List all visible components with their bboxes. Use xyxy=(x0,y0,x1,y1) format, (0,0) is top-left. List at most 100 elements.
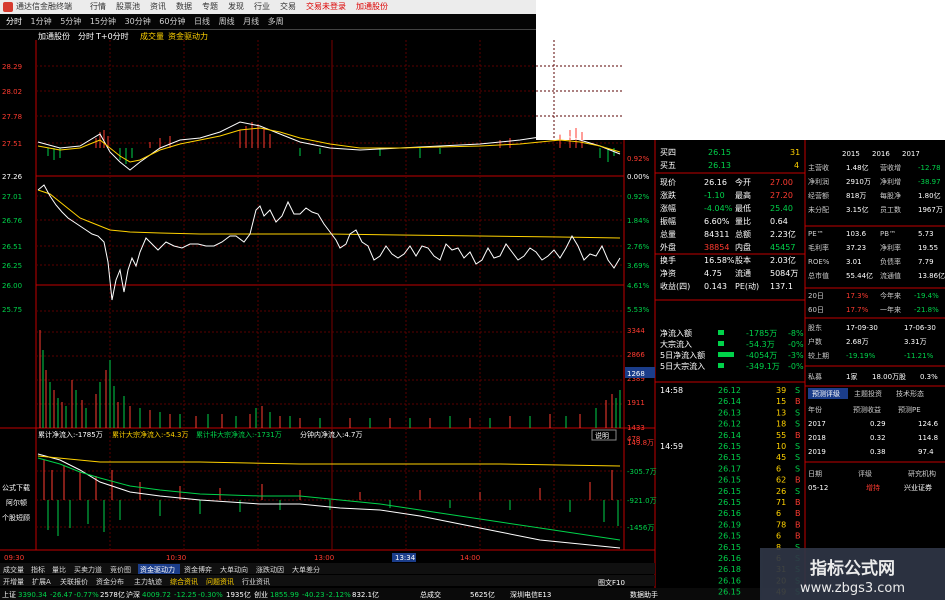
tick-volume: 13 xyxy=(776,408,786,417)
menu-stock-pool[interactable]: 股票池 xyxy=(116,0,140,14)
tick-price: 26.13 xyxy=(718,408,741,417)
pct-tick: 0.92% xyxy=(627,155,650,163)
f10-forecast-eps: 0.32 xyxy=(870,434,886,442)
menu-trade-login[interactable]: 交易未登录 xyxy=(306,0,346,14)
header-t0[interactable]: T+0分时 xyxy=(95,31,129,41)
tab-buy-sell-force[interactable]: 买卖力道 xyxy=(74,565,102,574)
tab2-extend-a[interactable]: 扩展A xyxy=(32,577,51,586)
period-tab-5min[interactable]: 5分钟 xyxy=(60,17,81,26)
f10-perf-label: 今年来 xyxy=(880,291,901,300)
price-tick: 26.25 xyxy=(2,262,22,270)
flow-pct: -8% xyxy=(788,329,804,338)
f10-rating-header: 评级 xyxy=(858,469,872,478)
f10-rating-org: 兴业证券 xyxy=(904,483,932,492)
header-volume[interactable]: 成交量 xyxy=(140,31,164,41)
data-assistant-button[interactable]: 数据助手 xyxy=(630,590,658,599)
header-intraday[interactable]: 分时 xyxy=(78,31,94,41)
tab2-related-quote[interactable]: 关联报价 xyxy=(60,577,88,586)
tab-big-order-trend[interactable]: 大单动向 xyxy=(220,565,248,574)
tick-side: S xyxy=(795,386,800,395)
index-hs-name[interactable]: 沪深 xyxy=(126,590,140,599)
stock-name-label: 加通股份 xyxy=(38,31,70,41)
tick-side: B xyxy=(795,476,801,485)
ask5-label: 买五 xyxy=(660,161,676,170)
price-tick: 27.51 xyxy=(2,140,22,148)
tab-capital-game[interactable]: 资金博弈 xyxy=(184,565,212,574)
menu-industry[interactable]: 行业 xyxy=(254,0,270,14)
price-tick: 28.02 xyxy=(2,88,22,96)
period-tab-monthly[interactable]: 月线 xyxy=(243,17,259,26)
formula-download-link[interactable]: 公式下载 xyxy=(2,483,30,492)
tab-volume-ratio[interactable]: 量比 xyxy=(52,565,66,574)
tick-side: B xyxy=(795,520,801,529)
period-tab-60min[interactable]: 60分钟 xyxy=(159,17,185,26)
flow-pct: -0% xyxy=(788,362,804,371)
menu-topics[interactable]: 专题 xyxy=(202,0,218,14)
flow-help-button[interactable]: 说明 xyxy=(595,431,609,440)
tab-rise-fall-cause[interactable]: 涨跌动因 xyxy=(256,565,284,574)
f10-pe-label: 净利率 xyxy=(880,243,901,252)
tab-indicator[interactable]: 指标 xyxy=(31,565,45,574)
flow-tick: 149.8万 xyxy=(627,439,654,447)
f10-tab[interactable]: 主题投资 xyxy=(854,389,882,398)
f10-button[interactable]: 图文F10 xyxy=(598,578,625,587)
tick-price: 26.18 xyxy=(718,565,741,574)
stock-advisor-link[interactable]: 个股短顾 xyxy=(2,513,30,522)
menu-trade[interactable]: 交易 xyxy=(280,0,296,14)
flow-bar xyxy=(718,330,724,335)
bottom-margin xyxy=(0,600,945,609)
tick-side: S xyxy=(795,453,800,462)
f10-pe-value: 37.23 xyxy=(846,244,866,252)
period-tab-intraday[interactable]: 分时 xyxy=(6,17,22,26)
header-capital-drive[interactable]: 资金驱动力 xyxy=(168,31,208,41)
tab-capital-drive[interactable]: 资金驱动力 xyxy=(140,565,175,574)
server-status[interactable]: 深圳电信E13 xyxy=(510,590,551,599)
period-tab-30min[interactable]: 30分钟 xyxy=(125,17,151,26)
menu-data[interactable]: 数据 xyxy=(176,0,192,14)
stat-label: 量比 xyxy=(735,216,751,226)
stat-value: 6.60% xyxy=(704,217,730,226)
tab2-industry-news[interactable]: 行业资讯 xyxy=(242,577,270,586)
f10-tab[interactable]: 技术形态 xyxy=(896,389,924,398)
f10-year: 2015 xyxy=(842,150,860,158)
tab2-general-news[interactable]: 综合资讯 xyxy=(170,577,198,586)
stat-value: 2.03亿 xyxy=(770,255,796,265)
stat-value: 25.40 xyxy=(770,204,793,213)
flow-tick: -305.7万 xyxy=(627,468,657,476)
menu-discover[interactable]: 发现 xyxy=(228,0,244,14)
tick-volume: 78 xyxy=(776,520,786,529)
time-tick: 10:30 xyxy=(166,554,186,562)
f10-tab[interactable]: 预测评级 xyxy=(812,389,840,398)
f10-forecast-pe: 124.6 xyxy=(918,420,939,428)
flow-block-label: 累计大宗净流入:-54.3万 xyxy=(112,430,188,439)
price-tick: 26.51 xyxy=(2,243,22,251)
tab-auction[interactable]: 竞价图 xyxy=(110,565,131,574)
period-tab-1min[interactable]: 1分钟 xyxy=(31,17,52,26)
tab2-open-increment[interactable]: 开增量 xyxy=(3,577,24,586)
quote-stats: 现价 26.16 今开 27.00 涨跌 -1.10 最高 27.20 涨幅 -4.04% 最低 25… xyxy=(655,177,805,301)
period-tab-daily[interactable]: 日线 xyxy=(194,17,210,26)
tab2-qa-news[interactable]: 问题资讯 xyxy=(206,577,234,586)
tab2-capital-distribution[interactable]: 资金分布 xyxy=(96,577,124,586)
menu-current-stock[interactable]: 加通股份 xyxy=(356,0,388,14)
tab-volume[interactable]: 成交量 xyxy=(3,565,24,574)
menu-news[interactable]: 资讯 xyxy=(150,0,166,14)
tab-big-order-diff[interactable]: 大单差分 xyxy=(292,565,320,574)
f10-perf-label: 60日 xyxy=(808,306,824,314)
ask5-price: 26.13 xyxy=(708,161,731,170)
f10-metric-value: -38.97 xyxy=(918,178,941,186)
alton-link[interactable]: 阿尔顿 xyxy=(6,498,27,507)
f10-private-label: 私募 xyxy=(808,372,822,381)
price-tick: 26.76 xyxy=(2,217,23,225)
period-tab-multi[interactable]: 多周 xyxy=(268,17,284,26)
period-tab-15min[interactable]: 15分钟 xyxy=(90,17,116,26)
tab2-main-track[interactable]: 主力轨迹 xyxy=(134,577,162,586)
period-tab-weekly[interactable]: 周线 xyxy=(219,17,235,26)
menu-market[interactable]: 行情 xyxy=(90,0,106,14)
stat-value: 84311 xyxy=(704,230,729,239)
index-sh-name[interactable]: 上证 xyxy=(2,590,16,599)
f10-pe-label: 负债率 xyxy=(880,257,901,266)
flow-value: -1785万 xyxy=(746,329,777,338)
f10-forecast-header: 年份 xyxy=(808,405,822,414)
index-cy-name[interactable]: 创业 xyxy=(254,590,268,599)
